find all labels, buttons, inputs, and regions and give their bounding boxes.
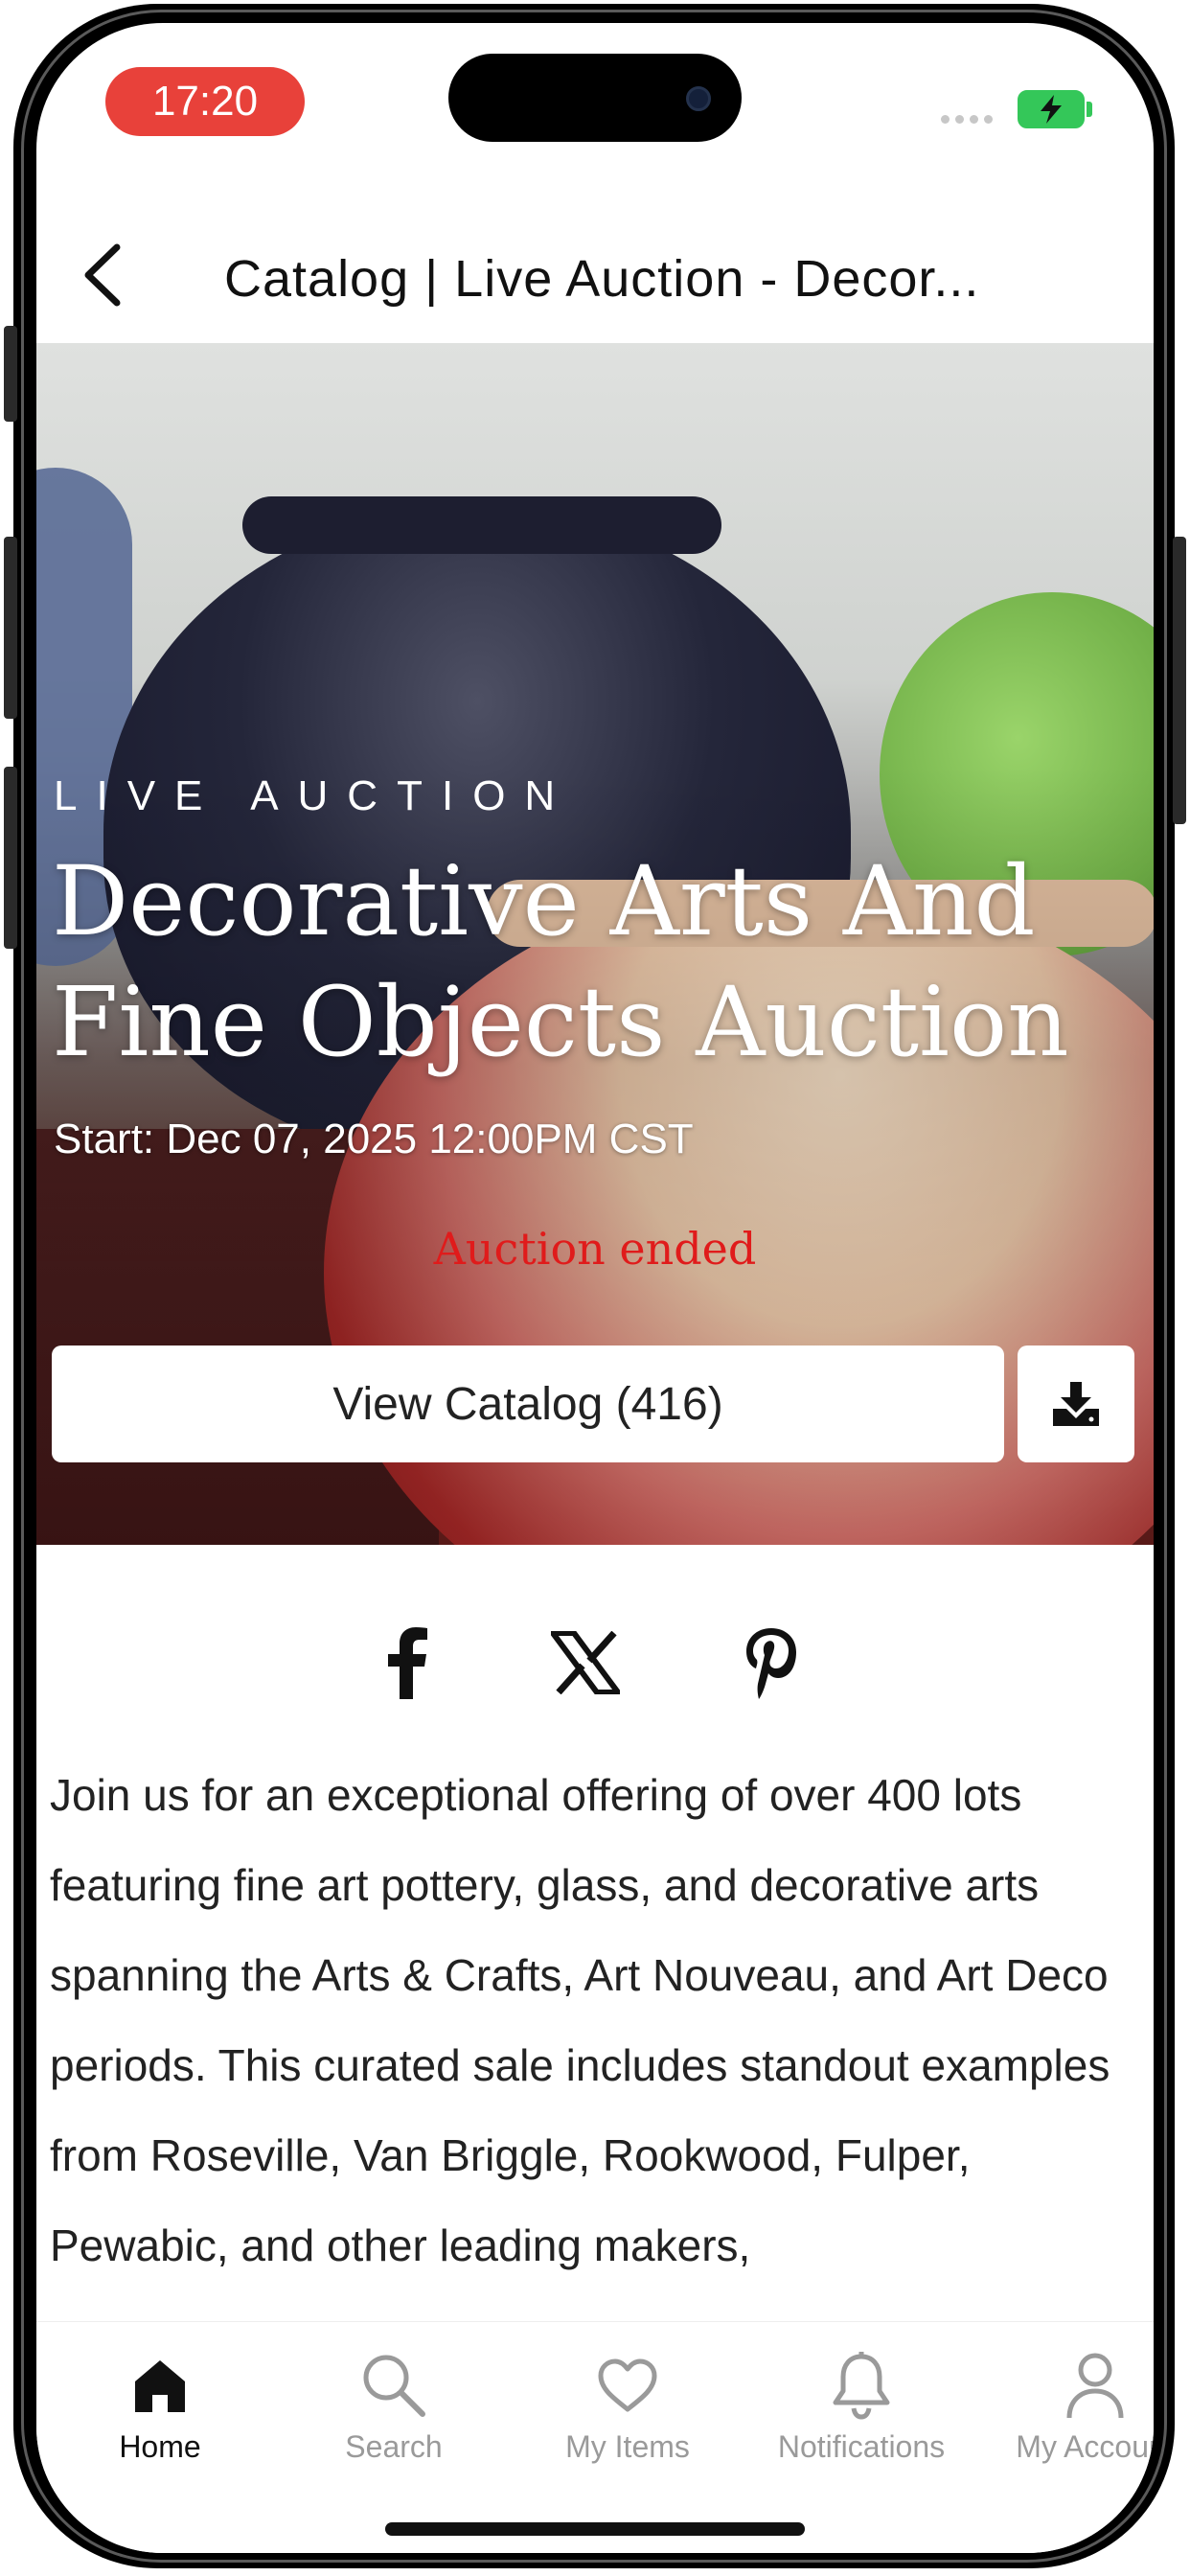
tab-my-items[interactable]: My Items [517, 2347, 738, 2465]
power-button [1173, 537, 1186, 824]
hero-banner: LIVE AUCTION Decorative Arts And Fine Ob… [36, 343, 1154, 1545]
dynamic-island [448, 54, 742, 142]
pinterest-share-button[interactable] [728, 1620, 814, 1706]
auction-description: Join us for an exceptional offering of o… [50, 1770, 1110, 2270]
tab-label: My Account [1016, 2429, 1154, 2464]
battery-tip [1087, 102, 1092, 117]
tab-notifications[interactable]: Notifications [751, 2347, 972, 2465]
auction-title: Decorative Arts And Fine Objects Auction [52, 845, 1069, 1078]
x-share-button[interactable] [542, 1620, 629, 1706]
tab-label: Notifications [777, 2429, 946, 2464]
tab-home[interactable]: Home [50, 2347, 270, 2465]
volume-up-button [4, 537, 17, 719]
view-catalog-button[interactable]: View Catalog (416) [52, 1346, 1004, 1462]
tab-bar: Home Search My Items Notifications My Ac… [36, 2321, 1154, 2553]
volume-down-button [4, 767, 17, 949]
auction-type-label: LIVE AUCTION [54, 772, 575, 819]
pinterest-icon [746, 1628, 796, 1699]
download-button[interactable] [1018, 1346, 1134, 1462]
back-button[interactable] [63, 232, 140, 318]
action-button [4, 326, 17, 422]
battery-icon [1018, 90, 1085, 128]
screen: 17:20 Catalog | Live Auction - Decor... … [36, 23, 1154, 2553]
home-icon [135, 2360, 185, 2412]
tab-my-account[interactable]: My Account [985, 2347, 1154, 2465]
auction-start-date: Start: Dec 07, 2025 12:00PM CST [54, 1116, 694, 1162]
heart-icon [598, 2358, 657, 2412]
tab-search[interactable]: Search [284, 2347, 504, 2465]
auction-status: Auction ended [433, 1223, 757, 1275]
person-icon [1066, 2353, 1124, 2419]
social-share-row [36, 1620, 1154, 1706]
x-icon [551, 1631, 620, 1694]
home-indicator [385, 2522, 805, 2536]
status-time: 17:20 [105, 67, 305, 136]
signal-icon [941, 115, 993, 124]
camera-icon [686, 86, 711, 111]
tab-label: Search [345, 2429, 443, 2464]
bell-icon [833, 2352, 890, 2420]
facebook-share-button[interactable] [364, 1620, 450, 1706]
facebook-icon [388, 1627, 427, 1699]
search-icon [363, 2355, 425, 2417]
page-title: Catalog | Live Auction - Decor... [224, 250, 980, 308]
download-icon [1053, 1382, 1099, 1426]
tab-label: Home [119, 2429, 201, 2464]
chevron-left-icon [84, 243, 121, 307]
tab-label: My Items [565, 2429, 690, 2464]
